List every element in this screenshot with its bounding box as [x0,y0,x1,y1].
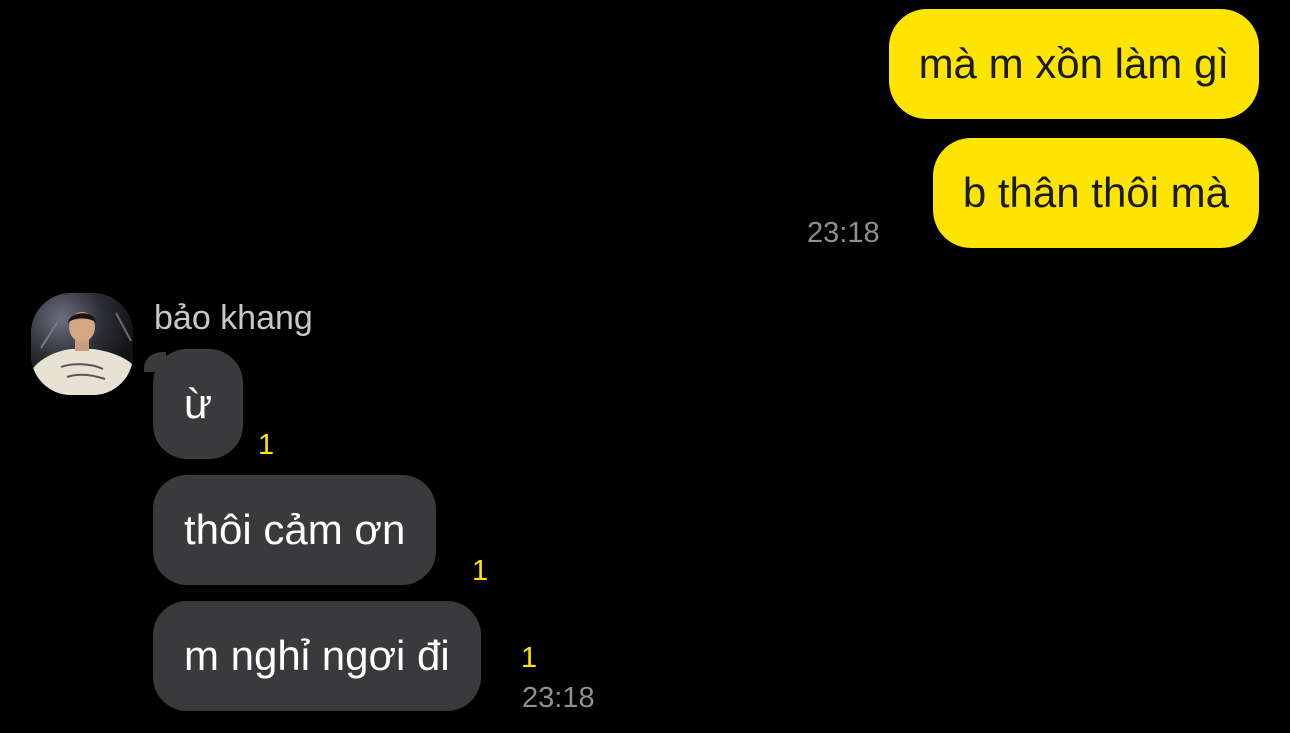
outgoing-timestamp: 23:18 [807,217,880,249]
message-text: ừ [184,380,213,427]
sender-avatar[interactable] [31,293,133,395]
sender-name: bảo khang [154,299,313,337]
avatar-photo-icon [31,293,133,395]
unread-count: 1 [258,429,275,461]
outgoing-message-bubble[interactable]: mà m xồn làm gì [888,9,1259,119]
message-text: m nghỉ ngơi đi [184,632,450,679]
unread-count: 1 [472,555,489,587]
message-text: b thân thôi mà [962,169,1229,216]
incoming-message-bubble[interactable]: m nghỉ ngơi đi [153,601,481,711]
outgoing-message-bubble[interactable]: b thân thôi mà [932,138,1259,248]
message-text: thôi cảm ơn [184,506,406,553]
message-text: mà m xồn làm gì [918,40,1229,87]
incoming-message-bubble[interactable]: thôi cảm ơn [153,475,437,585]
incoming-timestamp: 23:18 [522,682,595,714]
unread-count: 1 [521,642,538,674]
incoming-message-bubble[interactable]: ừ [153,349,244,459]
